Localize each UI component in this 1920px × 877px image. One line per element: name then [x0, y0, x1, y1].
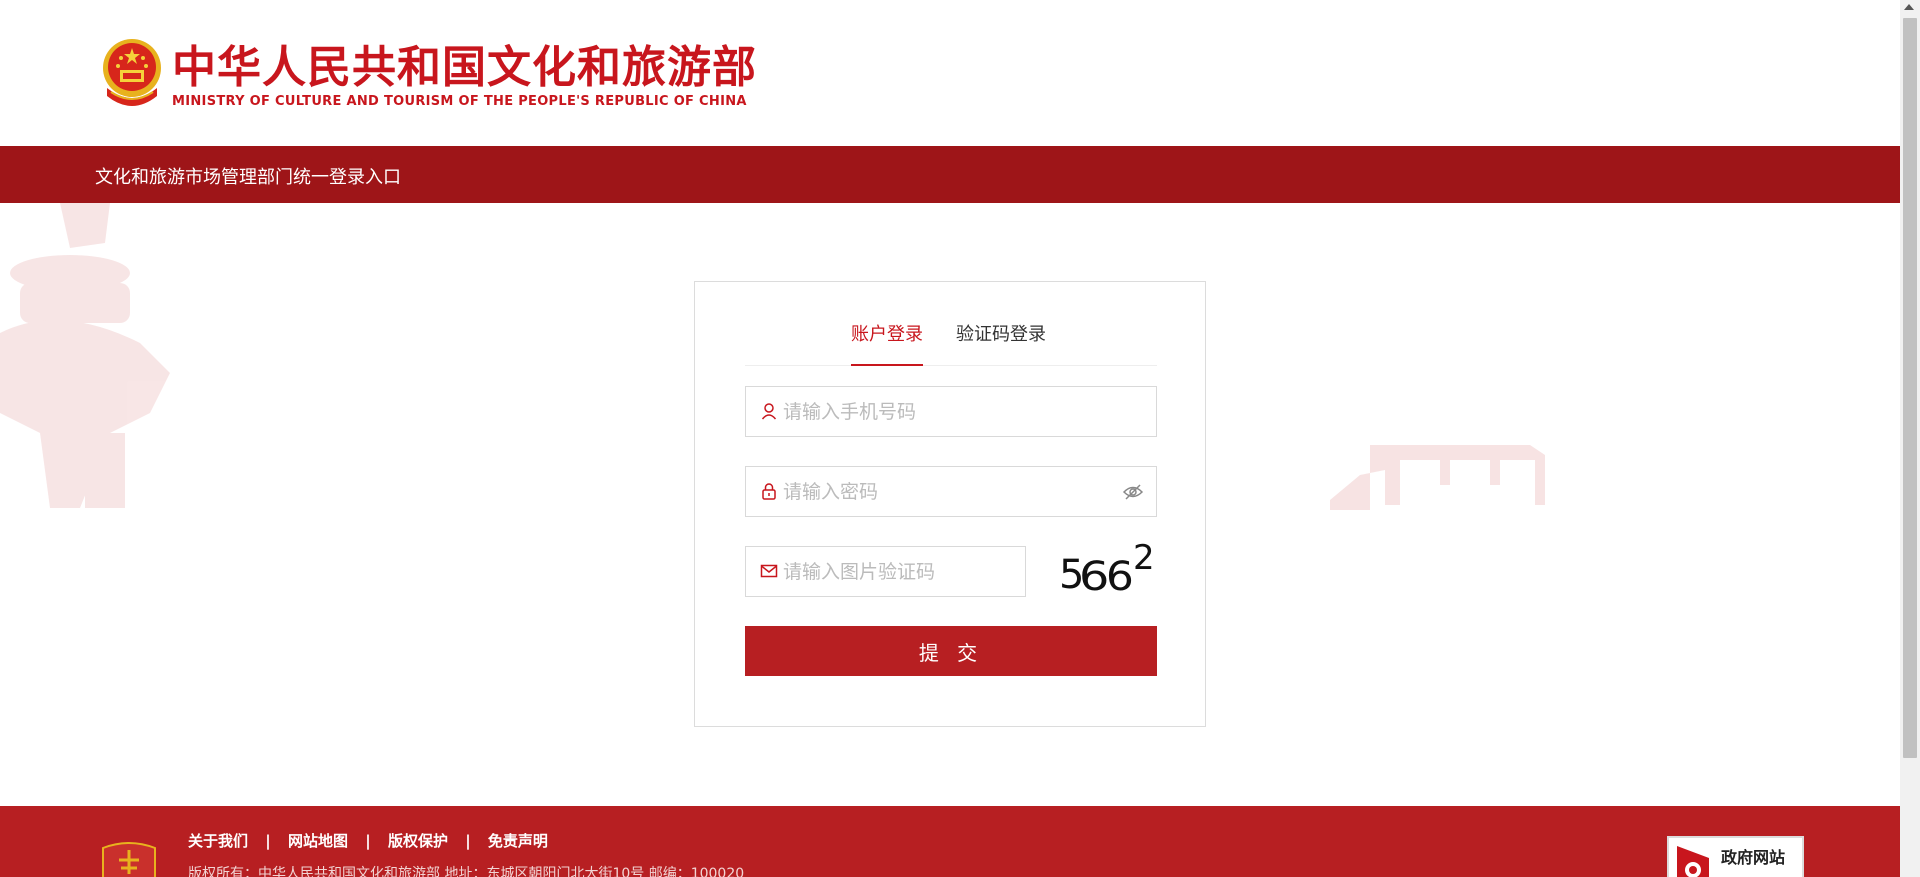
captcha-char: 6	[1078, 554, 1110, 600]
huabiao-pillar-decoration	[0, 203, 170, 508]
footer-link-about[interactable]: 关于我们	[188, 832, 248, 850]
page: 中华人民共和国文化和旅游部 MINISTRY OF CULTURE AND TO…	[0, 0, 1920, 877]
site-title-en: MINISTRY OF CULTURE AND TOURISM OF THE P…	[172, 94, 747, 109]
submit-button[interactable]: 提 交	[745, 626, 1157, 676]
mail-icon	[760, 564, 778, 578]
gov-website-label: 政府网站	[1721, 848, 1786, 867]
password-field	[745, 466, 1157, 517]
footer-separator: |	[465, 832, 471, 850]
lock-icon	[762, 483, 776, 500]
phone-input[interactable]	[783, 387, 1103, 436]
captcha-char: 5	[1059, 552, 1085, 598]
login-card: 账户登录 验证码登录 请输入手机号码 请输入图片验证码 5 6 6 2 提 交	[694, 281, 1206, 727]
vertical-scrollbar[interactable]	[1900, 0, 1920, 877]
navbar-title: 文化和旅游市场管理部门统一登录入口	[95, 167, 401, 188]
footer-links: 关于我们 | 网站地图 | 版权保护 | 免责声明	[188, 830, 548, 851]
captcha-char: 6	[1105, 554, 1134, 600]
tab-account-login[interactable]: 账户登录	[851, 322, 923, 366]
navbar: 文化和旅游市场管理部门统一登录入口	[0, 146, 1900, 203]
national-emblem-icon	[103, 39, 161, 106]
captcha-field	[745, 546, 1026, 597]
scrollbar-thumb[interactable]	[1903, 18, 1917, 758]
captcha-char: 2	[1133, 538, 1155, 578]
tiananmen-decoration	[1330, 445, 1545, 510]
captcha-input[interactable]	[783, 547, 1013, 596]
captcha-image[interactable]: 5 6 6 2	[1059, 538, 1159, 600]
login-tabs: 账户登录 验证码登录	[745, 322, 1157, 366]
footer-copyright: 版权所有：中华人民共和国文化和旅游部 地址：东城区朝阳门北大街10号 邮编：10…	[188, 866, 745, 877]
scroll-up-arrow-icon[interactable]	[1904, 4, 1914, 10]
site-title-cn: 中华人民共和国文化和旅游部	[172, 42, 757, 93]
footer-link-disclaimer[interactable]: 免责声明	[488, 832, 548, 850]
footer-link-sitemap[interactable]: 网站地图	[288, 832, 348, 850]
footer-link-copyright[interactable]: 版权保护	[388, 832, 448, 850]
footer-separator: |	[265, 832, 271, 850]
site-footer: 关于我们 | 网站地图 | 版权保护 | 免责声明 版权所有：中华人民共和国文化…	[0, 806, 1900, 877]
ministry-logo-icon	[102, 842, 156, 877]
user-icon	[761, 403, 777, 420]
tab-sms-login[interactable]: 验证码登录	[956, 322, 1046, 366]
phone-field	[745, 386, 1157, 437]
password-input[interactable]	[783, 467, 1103, 516]
gov-website-badge[interactable]: 政府网站	[1667, 836, 1804, 877]
gov-website-icon	[1677, 846, 1709, 877]
site-header: 中华人民共和国文化和旅游部 MINISTRY OF CULTURE AND TO…	[0, 0, 1900, 146]
footer-separator: |	[365, 832, 371, 850]
eye-slash-icon[interactable]	[1122, 481, 1144, 503]
